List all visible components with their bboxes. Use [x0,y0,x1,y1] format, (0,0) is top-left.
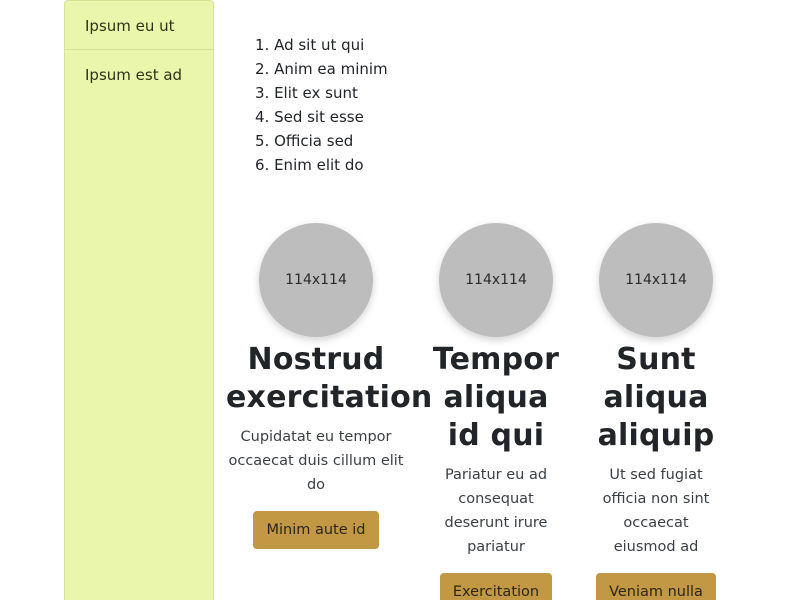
feature-image-placeholder: 114x114 [439,223,553,337]
page: Ipsum eu ut Ipsum est ad 1. Ad sit ut qu… [0,0,800,600]
feature-card: 114x114 Nostrud exercitation Cupidatat e… [226,223,433,549]
ordered-list: 1. Ad sit ut qui 2. Anim ea minim 3. Eli… [255,33,388,177]
list-item: 3. Elit ex sunt [255,84,358,102]
sidebar-item-label: Ipsum eu ut [85,17,175,35]
sidebar-item-ipsum-est-ad[interactable]: Ipsum est ad [65,49,213,97]
list-item: 6. Enim elit do [255,156,364,174]
feature-description: Ut sed fugiat officia non sint occaecat … [602,467,710,555]
image-size-label: 114x114 [465,272,527,288]
sidebar-item-label: Ipsum est ad [85,66,183,84]
feature-description: Pariatur eu ad consequat deserunt irure … [444,467,548,555]
image-size-label: 114x114 [285,272,347,288]
feature-title: Sunt aliqua aliquip [597,342,715,453]
feature-image-placeholder: 114x114 [259,223,373,337]
feature-image-placeholder: 114x114 [599,223,713,337]
list-item: 1. Ad sit ut qui [255,36,365,54]
veniam-nulla-button[interactable]: Veniam nulla [596,573,716,600]
feature-title: Nostrud exercitation [226,342,433,415]
list-item: 4. Sed sit esse [255,108,364,126]
sidebar: Ipsum eu ut Ipsum est ad [64,0,214,600]
feature-card: 114x114 Sunt aliqua aliquip Ut sed fugia… [586,223,726,600]
image-size-label: 114x114 [625,272,687,288]
exercitation-button[interactable]: Exercitation [439,573,553,600]
feature-card: 114x114 Tempor aliqua id qui Pariatur eu… [426,223,566,600]
minim-aute-id-button[interactable]: Minim aute id [253,511,379,549]
list-item: 2. Anim ea minim [255,60,388,78]
feature-title: Tempor aliqua id qui [432,342,560,453]
list-item: 5. Officia sed [255,132,354,150]
sidebar-item-ipsum-eu-ut[interactable]: Ipsum eu ut [65,1,213,49]
feature-description: Cupidatat eu tempor occaecat duis cillum… [228,429,404,493]
